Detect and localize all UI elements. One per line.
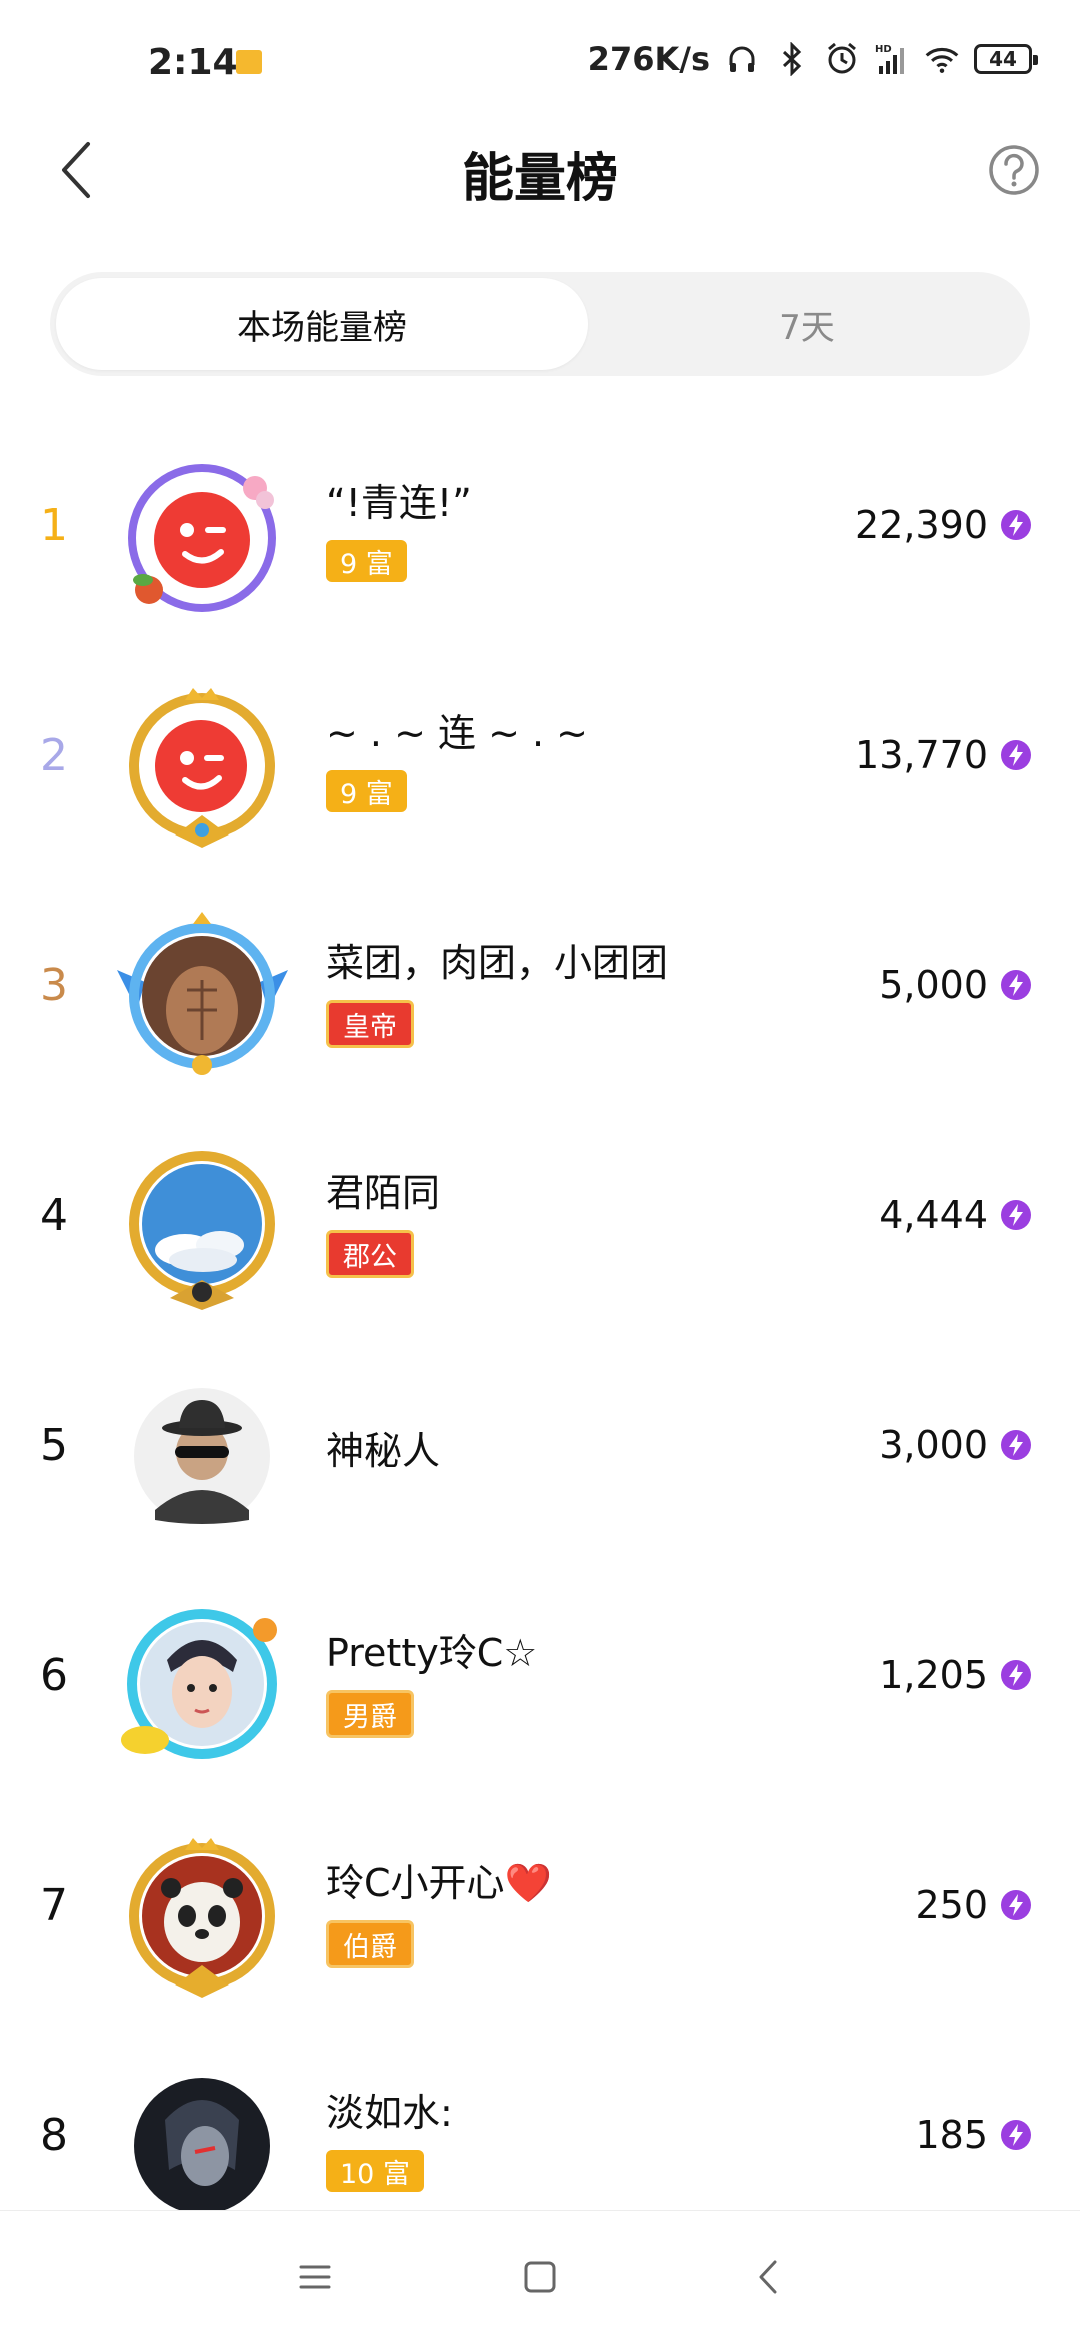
- avatar[interactable]: [115, 2060, 290, 2235]
- menu-icon: [299, 2265, 331, 2289]
- lightning-energy-icon: [1001, 2120, 1031, 2150]
- list-item[interactable]: 4 君陌同 郡公 4,444: [0, 1130, 1080, 1360]
- noble-badge: 郡公: [326, 1230, 414, 1278]
- user-name: 神秘人: [326, 1429, 441, 1473]
- user-name: 玲C小开心❤️: [326, 1861, 552, 1905]
- battery-icon: 44: [974, 44, 1038, 74]
- status-time: 2:14: [148, 42, 238, 83]
- tab-bar: 本场能量榜 7天: [50, 272, 1030, 376]
- lightning-energy-icon: [1001, 740, 1031, 770]
- wifi-icon: [924, 41, 960, 77]
- tab-7-days[interactable]: 7天: [590, 278, 1024, 370]
- score-value: 250: [915, 1883, 988, 1927]
- score: 1,205: [879, 1590, 1032, 1760]
- score-value: 3,000: [879, 1423, 988, 1467]
- score: 4,444: [879, 1130, 1032, 1300]
- noble-badge: 男爵: [326, 1690, 414, 1738]
- user-name: Pretty玲C☆: [326, 1631, 538, 1675]
- user-name: 淡如水:: [326, 2091, 453, 2135]
- list-item[interactable]: 2 ~ . ~ 连 ~ . ~ 9 富 13,770: [0, 670, 1080, 900]
- rank-number: 2: [40, 729, 68, 781]
- bluetooth-icon: [774, 41, 810, 77]
- signal-icon: HD: [874, 41, 910, 77]
- header: 能量榜: [0, 120, 1080, 220]
- help-circle-icon: [989, 145, 1039, 195]
- avatar[interactable]: [115, 1600, 290, 1775]
- score: 185: [915, 2050, 1032, 2220]
- lightning-energy-icon: [1001, 1660, 1031, 1690]
- rank-number: 6: [40, 1649, 68, 1701]
- score-value: 1,205: [879, 1653, 988, 1697]
- rank-number: 5: [40, 1419, 68, 1471]
- score: 5,000: [879, 900, 1032, 1070]
- net-speed: 276K/s: [587, 40, 710, 78]
- list-item[interactable]: 3 菜团，肉团，小团团 皇帝 5,000: [0, 900, 1080, 1130]
- score: 13,770: [855, 670, 1032, 840]
- user-name: 君陌同: [326, 1171, 441, 1215]
- lightning-energy-icon: [1001, 970, 1031, 1000]
- ranking-list: 1 “!青连!” 9 富 22,390 2 ~ . ~ 连 ~ . ~ 9 富 …: [0, 440, 1080, 2280]
- noble-badge: 皇帝: [326, 1000, 414, 1048]
- nav-back-button[interactable]: [738, 2247, 798, 2307]
- rank-number: 8: [40, 2109, 68, 2161]
- page-title: 能量榜: [461, 149, 618, 209]
- score: 22,390: [855, 440, 1032, 610]
- user-name: “!青连!”: [326, 481, 472, 525]
- score: 250: [915, 1820, 1032, 1990]
- lightning-energy-icon: [1001, 1430, 1031, 1460]
- rank-number: 1: [40, 499, 68, 551]
- list-item[interactable]: 5 神秘人 3,000: [0, 1360, 1080, 1590]
- wealth-badge: 9 富: [326, 770, 407, 812]
- lightning-energy-icon: [1001, 1890, 1031, 1920]
- menu-button[interactable]: [285, 2247, 345, 2307]
- rank-number: 3: [40, 959, 68, 1011]
- list-item[interactable]: 7 玲C小开心❤️ 伯爵 250: [0, 1820, 1080, 2050]
- score-value: 4,444: [879, 1193, 988, 1237]
- avatar[interactable]: [115, 1140, 290, 1315]
- headphones-icon: [724, 41, 760, 77]
- alarm-icon: [824, 41, 860, 77]
- notification-icon: [236, 50, 262, 74]
- score: 3,000: [879, 1360, 1032, 1530]
- wealth-badge: 9 富: [326, 540, 407, 582]
- avatar[interactable]: [115, 680, 290, 855]
- status-bar: 2:14 276K/s HD 44: [0, 0, 1080, 120]
- home-button[interactable]: [510, 2247, 570, 2307]
- user-name: ~ . ~ 连 ~ . ~: [326, 711, 588, 755]
- wealth-badge: 10 富: [326, 2150, 424, 2192]
- rank-number: 7: [40, 1879, 68, 1931]
- avatar[interactable]: [115, 1370, 290, 1545]
- help-button[interactable]: [986, 142, 1042, 198]
- avatar[interactable]: [115, 1830, 290, 2005]
- lightning-energy-icon: [1001, 1200, 1031, 1230]
- avatar[interactable]: [115, 910, 290, 1085]
- score-value: 13,770: [855, 733, 988, 777]
- list-item[interactable]: 1 “!青连!” 9 富 22,390: [0, 440, 1080, 670]
- system-nav-bar: [0, 2210, 1080, 2341]
- score-value: 185: [915, 2113, 988, 2157]
- list-item[interactable]: 6 Pretty玲C☆ 男爵 1,205: [0, 1590, 1080, 1820]
- noble-badge: 伯爵: [326, 1920, 414, 1968]
- home-square-icon: [524, 2261, 556, 2293]
- tab-current-session[interactable]: 本场能量榜: [56, 278, 588, 370]
- score-value: 5,000: [879, 963, 988, 1007]
- status-icons: 276K/s HD 44: [587, 40, 1038, 78]
- svg-text:HD: HD: [875, 44, 892, 55]
- lightning-energy-icon: [1001, 510, 1031, 540]
- rank-number: 4: [40, 1189, 68, 1241]
- score-value: 22,390: [855, 503, 988, 547]
- avatar[interactable]: [115, 450, 290, 625]
- back-triangle-icon: [759, 2260, 777, 2294]
- user-name: 菜团，肉团，小团团: [326, 941, 669, 985]
